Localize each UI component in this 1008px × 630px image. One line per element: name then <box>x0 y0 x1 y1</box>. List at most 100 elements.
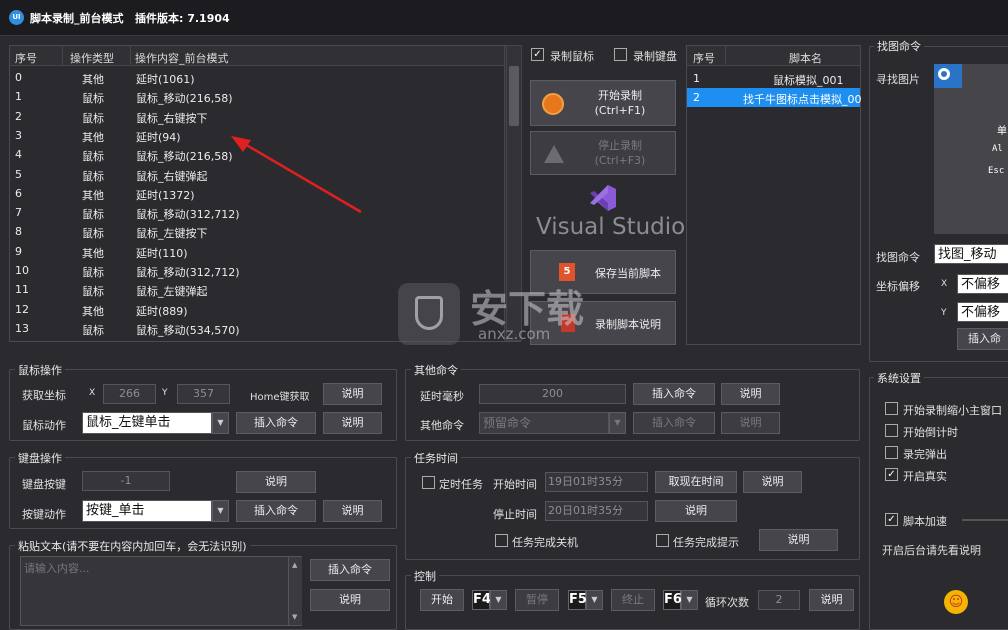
script-row[interactable]: 1 鼠标模拟_001 <box>687 69 860 88</box>
mouse-action-select[interactable]: 鼠标_左键单击 <box>82 412 212 434</box>
stop-time-input[interactable]: 20日01时35分 <box>545 501 648 521</box>
warning-icon <box>544 145 564 163</box>
stop-button[interactable]: 终止 <box>611 589 655 611</box>
pause-button[interactable]: 暂停 <box>515 589 559 611</box>
start-button[interactable]: 开始 <box>420 589 464 611</box>
realistic-checkbox[interactable]: ✓ <box>885 468 898 481</box>
row-type: 鼠标 <box>82 208 104 222</box>
row-index: 4 <box>15 148 22 162</box>
row-index: 6 <box>15 186 22 200</box>
mouse-y-input[interactable]: 357 <box>177 384 230 404</box>
countdown-checkbox[interactable] <box>885 424 898 437</box>
other-desc-button[interactable]: 说明 <box>721 412 780 434</box>
row-index: 1 <box>15 90 22 104</box>
row-index: 7 <box>15 206 22 220</box>
offset-y-select[interactable]: 不偏移 <box>957 302 1008 322</box>
row-content: 延时(110) <box>136 246 188 260</box>
table-row[interactable]: 9 其他 延时(110) <box>10 242 504 261</box>
mouse-insert-button[interactable]: 插入命令 <box>236 412 316 434</box>
find-cmd-select[interactable]: 找图_移动 <box>934 244 1008 264</box>
stop-time-desc-button[interactable]: 说明 <box>655 500 737 522</box>
paste-scrollbar[interactable]: ▲ ▼ <box>288 557 302 625</box>
shrink-window-checkbox[interactable] <box>885 402 898 415</box>
script-description-label: 录制脚本说明 <box>595 318 661 331</box>
row-index: 8 <box>15 225 22 239</box>
mouse-x-label: X <box>89 388 96 398</box>
start-time-desc-button[interactable]: 说明 <box>743 471 802 493</box>
row-content: 鼠标_右键弹起 <box>136 169 208 183</box>
key-insert-button[interactable]: 插入命令 <box>236 500 316 522</box>
key-input[interactable]: -1 <box>82 471 170 491</box>
record-keyboard-checkbox[interactable] <box>614 48 627 61</box>
table-row[interactable]: 8 鼠标 鼠标_左键按下 <box>10 222 504 241</box>
col-script-name: 脚本名 <box>789 52 822 65</box>
row-type: 其他 <box>82 304 104 318</box>
delay-insert-button[interactable]: 插入命令 <box>633 383 715 405</box>
paste-insert-button[interactable]: 插入命令 <box>310 559 390 581</box>
middle-scrollbar-thumb[interactable] <box>509 66 519 126</box>
take-now-button[interactable]: 取现在时间 <box>655 471 737 493</box>
loop-count-input[interactable]: 2 <box>758 590 800 610</box>
table-row[interactable]: 0 其他 延时(1061) <box>10 68 504 87</box>
offset-x-select[interactable]: 不偏移 <box>957 274 1008 294</box>
speed-slider[interactable] <box>962 519 1008 521</box>
control-desc-button[interactable]: 说明 <box>809 589 854 611</box>
key-action-dropdown-icon[interactable]: ▼ <box>212 500 229 522</box>
row-content: 鼠标_移动(216,58) <box>136 92 233 106</box>
stop-record-shortcut: (Ctrl+F3) <box>594 154 646 167</box>
mouse-x-input[interactable]: 266 <box>103 384 156 404</box>
f6-dropdown-icon[interactable]: ▼ <box>681 590 698 610</box>
other-insert-button[interactable]: 插入命令 <box>633 412 715 434</box>
table-row[interactable]: 2 鼠标 鼠标_右键按下 <box>10 107 504 126</box>
start-record-button[interactable]: 开始录制 (Ctrl+F1) <box>530 80 676 126</box>
row-type: 鼠标 <box>82 169 104 183</box>
row-type: 鼠标 <box>82 323 104 337</box>
record-mouse-label: 录制鼠标 <box>550 50 594 63</box>
start-time-input[interactable]: 19日01时35分 <box>545 472 648 492</box>
record-keyboard-label: 录制键盘 <box>633 50 677 63</box>
pause-hotkey-select[interactable]: F5 <box>568 590 587 610</box>
row-content: 鼠标_移动(312,712) <box>136 266 240 279</box>
shutdown-checkbox[interactable] <box>495 534 508 547</box>
script-speedup-checkbox[interactable]: ✓ <box>885 513 898 526</box>
system-settings-title: 系统设置 <box>874 370 924 386</box>
image-preview[interactable]: 单 Al Esc <box>934 64 1008 234</box>
popup-checkbox[interactable] <box>885 446 898 459</box>
control-title: 控制 <box>411 568 439 584</box>
other-cmd-select[interactable]: 预留命令 <box>479 412 609 434</box>
mouse-ops-title: 鼠标操作 <box>15 362 65 378</box>
start-hotkey-select[interactable]: F4 <box>472 590 491 610</box>
task-desc-button[interactable]: 说明 <box>759 529 838 551</box>
timed-task-checkbox[interactable] <box>422 476 435 489</box>
table-row[interactable]: 10 鼠标 鼠标_移动(312,712) <box>10 261 504 280</box>
find-image-group-title: 找图命令 <box>874 38 924 54</box>
record-mouse-checkbox[interactable]: ✓ <box>531 48 544 61</box>
window-title: 脚本录制_前台模式 插件版本: 7.1904 <box>30 10 230 26</box>
key-action-desc-button[interactable]: 说明 <box>323 500 382 522</box>
paste-textarea[interactable]: 请输入内容... ▲ ▼ <box>20 556 302 626</box>
app-logo-icon: UI <box>9 10 24 25</box>
script-row-selected[interactable]: 2 找千牛图标点击模拟_00 <box>687 88 862 107</box>
key-desc-button[interactable]: 说明 <box>236 471 316 493</box>
delay-desc-button[interactable]: 说明 <box>721 383 780 405</box>
mouse-action-desc-button[interactable]: 说明 <box>323 412 382 434</box>
stop-hotkey-select[interactable]: F6 <box>663 590 682 610</box>
row-type: 鼠标 <box>82 266 104 279</box>
visual-studio-text: Visual Studio <box>536 214 686 240</box>
mouse-coord-desc-button[interactable]: 说明 <box>323 383 382 405</box>
f4-dropdown-icon[interactable]: ▼ <box>490 590 507 610</box>
table-row[interactable]: 1 鼠标 鼠标_移动(216,58) <box>10 87 504 106</box>
paste-placeholder: 请输入内容... <box>24 562 90 575</box>
paste-desc-button[interactable]: 说明 <box>310 589 390 611</box>
row-type: 其他 <box>82 188 104 202</box>
home-key-label: Home键获取 <box>250 392 310 403</box>
key-action-select[interactable]: 按键_单击 <box>82 500 212 522</box>
delay-input[interactable]: 200 <box>479 384 626 404</box>
f5-dropdown-icon[interactable]: ▼ <box>586 590 603 610</box>
stop-record-button[interactable]: 停止录制 (Ctrl+F3) <box>530 131 676 175</box>
find-insert-button[interactable]: 插入命 <box>957 328 1008 350</box>
other-cmd-dropdown-icon[interactable]: ▼ <box>609 412 626 434</box>
mouse-action-dropdown-icon[interactable]: ▼ <box>212 412 229 434</box>
mouse-y-label: Y <box>162 388 168 398</box>
notify-checkbox[interactable] <box>656 534 669 547</box>
